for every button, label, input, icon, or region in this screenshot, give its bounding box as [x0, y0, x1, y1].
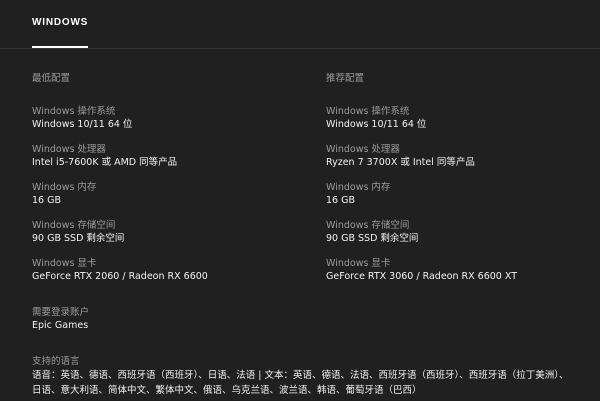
min-storage-value: 90 GB SSD 剩余空间	[32, 233, 125, 244]
rec-os-spec: Windows 操作系统 Windows 10/11 64 位	[326, 105, 596, 143]
rec-cpu-spec: Windows 处理器 Ryzen 7 3700X 或 Intel 同等产品	[326, 143, 596, 181]
account-requirement: 需要登录账户 Epic Games	[32, 306, 89, 333]
rec-os-label: Windows 操作系统	[326, 106, 410, 117]
account-value: Epic Games	[32, 320, 89, 331]
min-memory-value: 16 GB	[32, 195, 61, 206]
languages-value: 语音：英语、德语、西班牙语（西班牙）、日语、法语 | 文本：英语、德语、法语、西…	[32, 370, 569, 396]
rec-storage-spec: Windows 存储空间 90 GB SSD 剩余空间	[326, 219, 596, 257]
rec-gpu-value: GeForce RTX 3060 / Radeon RX 6600 XT	[326, 271, 517, 282]
min-gpu-spec: Windows 显卡 GeForce RTX 2060 / Radeon RX …	[32, 257, 302, 295]
rec-cpu-label: Windows 处理器	[326, 144, 400, 155]
rec-memory-label: Windows 内存	[326, 182, 391, 193]
active-tab-indicator	[32, 46, 88, 48]
rec-storage-label: Windows 存储空间	[326, 220, 410, 231]
min-os-spec: Windows 操作系统 Windows 10/11 64 位	[32, 105, 302, 143]
recommended-requirements-heading: 推荐配置	[326, 73, 365, 84]
rec-memory-value: 16 GB	[326, 195, 355, 206]
supported-languages: 支持的语言 语音：英语、德语、西班牙语（西班牙）、日语、法语 | 文本：英语、德…	[32, 355, 572, 398]
rec-cpu-value: Ryzen 7 3700X 或 Intel 同等产品	[326, 157, 475, 168]
languages-label: 支持的语言	[32, 356, 80, 367]
minimum-requirements-column: 最低配置 Windows 操作系统 Windows 10/11 64 位 Win…	[32, 72, 302, 295]
platform-tab-bar: WINDOWS	[0, 0, 600, 49]
min-memory-spec: Windows 内存 16 GB	[32, 181, 302, 219]
min-memory-label: Windows 内存	[32, 182, 97, 193]
min-cpu-label: Windows 处理器	[32, 144, 106, 155]
min-os-value: Windows 10/11 64 位	[32, 119, 133, 130]
min-cpu-spec: Windows 处理器 Intel i5-7600K 或 AMD 同等产品	[32, 143, 302, 181]
min-storage-label: Windows 存储空间	[32, 220, 116, 231]
min-gpu-value: GeForce RTX 2060 / Radeon RX 6600	[32, 271, 208, 282]
tab-windows[interactable]: WINDOWS	[32, 17, 88, 28]
rec-memory-spec: Windows 内存 16 GB	[326, 181, 596, 219]
min-storage-spec: Windows 存储空间 90 GB SSD 剩余空间	[32, 219, 302, 257]
min-gpu-label: Windows 显卡	[32, 258, 97, 269]
min-os-label: Windows 操作系统	[32, 106, 116, 117]
min-cpu-value: Intel i5-7600K 或 AMD 同等产品	[32, 157, 178, 168]
minimum-requirements-heading: 最低配置	[32, 73, 71, 84]
rec-storage-value: 90 GB SSD 剩余空间	[326, 233, 419, 244]
rec-gpu-spec: Windows 显卡 GeForce RTX 3060 / Radeon RX …	[326, 257, 596, 295]
recommended-requirements-column: 推荐配置 Windows 操作系统 Windows 10/11 64 位 Win…	[326, 72, 596, 295]
rec-os-value: Windows 10/11 64 位	[326, 119, 427, 130]
account-label: 需要登录账户	[32, 307, 90, 318]
rec-gpu-label: Windows 显卡	[326, 258, 391, 269]
